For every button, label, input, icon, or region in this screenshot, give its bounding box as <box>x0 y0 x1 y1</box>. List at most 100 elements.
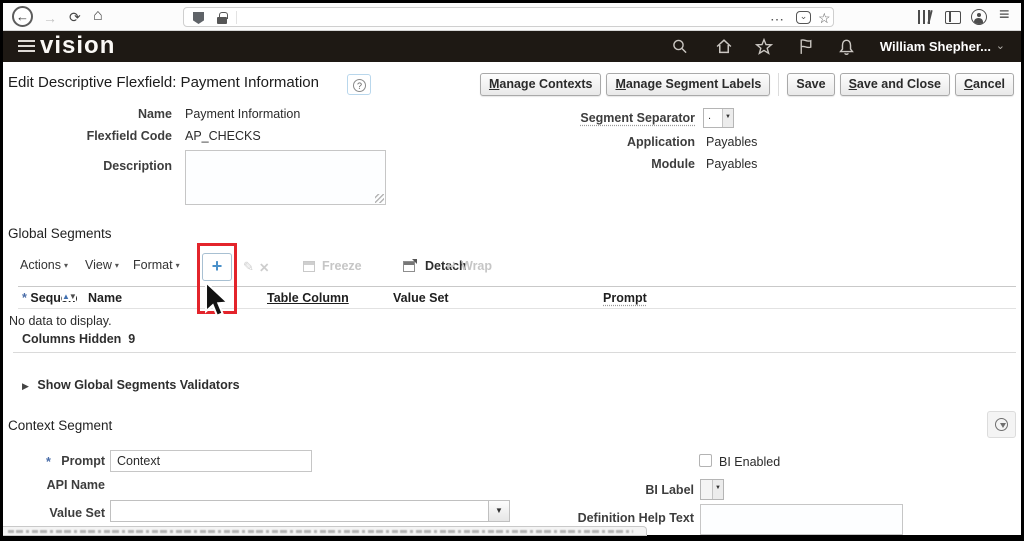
sidebar-toggle-button[interactable] <box>945 11 961 24</box>
application-label: Application <box>513 135 695 149</box>
module-label: Module <box>513 157 695 171</box>
global-search-button[interactable] <box>671 38 689 55</box>
bi-label-value <box>701 480 712 499</box>
status-url-text <box>8 530 633 533</box>
lock-icon[interactable] <box>217 17 227 24</box>
menu-icon: ≡ <box>999 4 1010 24</box>
expand-arrow-icon: ▶ <box>22 381 29 391</box>
home-nav-button[interactable] <box>715 38 733 55</box>
caret-down-icon: ▾ <box>115 261 119 270</box>
address-bar[interactable]: ⋯ ⌄ ☆ <box>183 7 834 27</box>
cancel-button[interactable]: Cancel <box>955 73 1014 96</box>
ellipsis-icon: ⋯ <box>770 11 784 27</box>
sort-desc-icon: ▼ <box>69 292 76 301</box>
browser-back-button[interactable]: ← <box>12 6 33 27</box>
required-marker: * <box>22 291 27 305</box>
sort-icons[interactable]: ▲▼ <box>62 292 76 301</box>
columns-hidden-label: Columns Hidden 9 <box>22 332 135 346</box>
section-divider <box>13 352 1016 353</box>
name-label: Name <box>3 107 172 121</box>
page-title: Edit Descriptive Flexfield: Payment Info… <box>8 74 319 91</box>
value-set-dropdown-icon[interactable]: ▼ <box>488 501 509 521</box>
caret-down-icon: ▾ <box>64 261 68 270</box>
browser-home-button[interactable]: ⌂ <box>93 9 103 23</box>
mouse-cursor <box>203 281 233 319</box>
description-textarea[interactable] <box>185 150 386 205</box>
help-button[interactable]: ? <box>347 74 371 95</box>
home-nav-icon <box>715 38 733 55</box>
browser-toolbar: ← → ⟳ ⌂ ⋯ ⌄ ☆ ≡ <box>3 3 1021 31</box>
format-menu[interactable]: Format▾ <box>133 258 180 272</box>
browser-refresh-button[interactable]: ⟳ <box>69 10 81 24</box>
definition-help-text-label: Definition Help Text <box>512 511 694 525</box>
vision-logo: vision <box>40 32 115 60</box>
navigator-menu-button[interactable] <box>18 40 35 53</box>
circle-arrow-icon <box>995 418 1008 431</box>
wrap-icon: ↵ <box>446 258 456 273</box>
view-menu[interactable]: View▾ <box>85 258 119 272</box>
column-header-prompt[interactable]: Prompt <box>603 291 647 305</box>
watchlist-button[interactable] <box>797 38 815 55</box>
detach-icon <box>403 261 415 272</box>
bi-label-select[interactable]: ▼ <box>700 479 724 500</box>
favorites-star-icon <box>755 38 773 55</box>
home-icon: ⌂ <box>93 7 103 24</box>
bookmark-button[interactable]: ☆ <box>818 11 831 25</box>
notifications-button[interactable] <box>837 38 856 56</box>
prompt-input[interactable] <box>110 450 312 472</box>
value-set-label: Value Set <box>3 506 105 520</box>
save-and-close-button[interactable]: Save and Close <box>840 73 950 96</box>
freeze-button[interactable]: Freeze <box>322 259 362 273</box>
freeze-icon <box>303 261 315 272</box>
account-button[interactable] <box>971 9 987 25</box>
page-tools-button[interactable] <box>987 411 1016 438</box>
edit-segment-button[interactable]: ✎ <box>243 259 254 275</box>
delete-segment-button[interactable]: ✕ <box>259 260 269 275</box>
bi-label-label: BI Label <box>512 483 694 497</box>
segment-separator-dropdown-icon[interactable]: ▼ <box>722 109 733 127</box>
browser-forward-button[interactable]: → <box>43 11 57 25</box>
help-question-icon: ? <box>353 79 366 92</box>
segment-separator-label: Segment Separator <box>513 111 695 125</box>
manage-segment-labels-button[interactable]: Manage Segment Labels <box>606 73 770 96</box>
actions-menu[interactable]: Actions▾ <box>20 258 68 272</box>
column-header-name[interactable]: Name <box>88 291 122 305</box>
bi-label-dropdown-icon[interactable]: ▼ <box>712 480 723 499</box>
refresh-icon: ⟳ <box>69 9 81 25</box>
wrap-button[interactable]: Wrap <box>461 259 492 273</box>
flexfield-code-label: Flexfield Code <box>3 129 172 143</box>
app-header: vision William Shepher... ⌄ <box>3 31 1021 62</box>
forward-icon: → <box>43 10 57 26</box>
user-chevron-down-icon: ⌄ <box>996 39 1005 52</box>
api-name-label: API Name <box>3 478 105 492</box>
favorites-button[interactable] <box>755 38 773 55</box>
manage-contexts-button[interactable]: Manage Contexts <box>480 73 602 96</box>
search-icon <box>671 38 689 55</box>
flag-icon <box>797 38 815 55</box>
pocket-button[interactable]: ⌄ <box>796 11 811 24</box>
show-validators-toggle[interactable]: ▶ Show Global Segments Validators <box>22 378 240 392</box>
caret-down-icon: ▾ <box>176 261 180 270</box>
library-button[interactable] <box>918 10 932 24</box>
segment-separator-select[interactable]: . ▼ <box>703 108 734 128</box>
prompt-label: Prompt <box>3 454 105 468</box>
bell-icon <box>837 38 856 56</box>
address-separator <box>236 11 237 24</box>
definition-help-text-textarea[interactable] <box>700 504 903 535</box>
pocket-icon: ⌄ <box>800 11 808 21</box>
page-content: Edit Descriptive Flexfield: Payment Info… <box>3 62 1021 535</box>
page-actions-button[interactable]: ⋯ <box>770 12 784 26</box>
user-menu[interactable]: William Shepher... <box>880 39 991 54</box>
module-value: Payables <box>706 157 757 171</box>
column-header-table-column[interactable]: Table Column <box>267 291 349 305</box>
value-set-combobox[interactable]: ▼ <box>110 500 510 522</box>
segments-table-header: * Sequence ▲▼ Name Table Column Value Se… <box>18 286 1016 309</box>
column-header-value-set[interactable]: Value Set <box>393 291 449 305</box>
tracking-shield-icon[interactable] <box>193 12 204 24</box>
resize-grip-icon[interactable] <box>375 194 384 203</box>
save-button[interactable]: Save <box>787 73 834 96</box>
browser-menu-button[interactable]: ≡ <box>999 7 1010 21</box>
pencil-icon: ✎ <box>243 259 254 274</box>
columns-hidden-count: 9 <box>128 332 135 346</box>
bi-enabled-checkbox[interactable] <box>699 454 712 467</box>
